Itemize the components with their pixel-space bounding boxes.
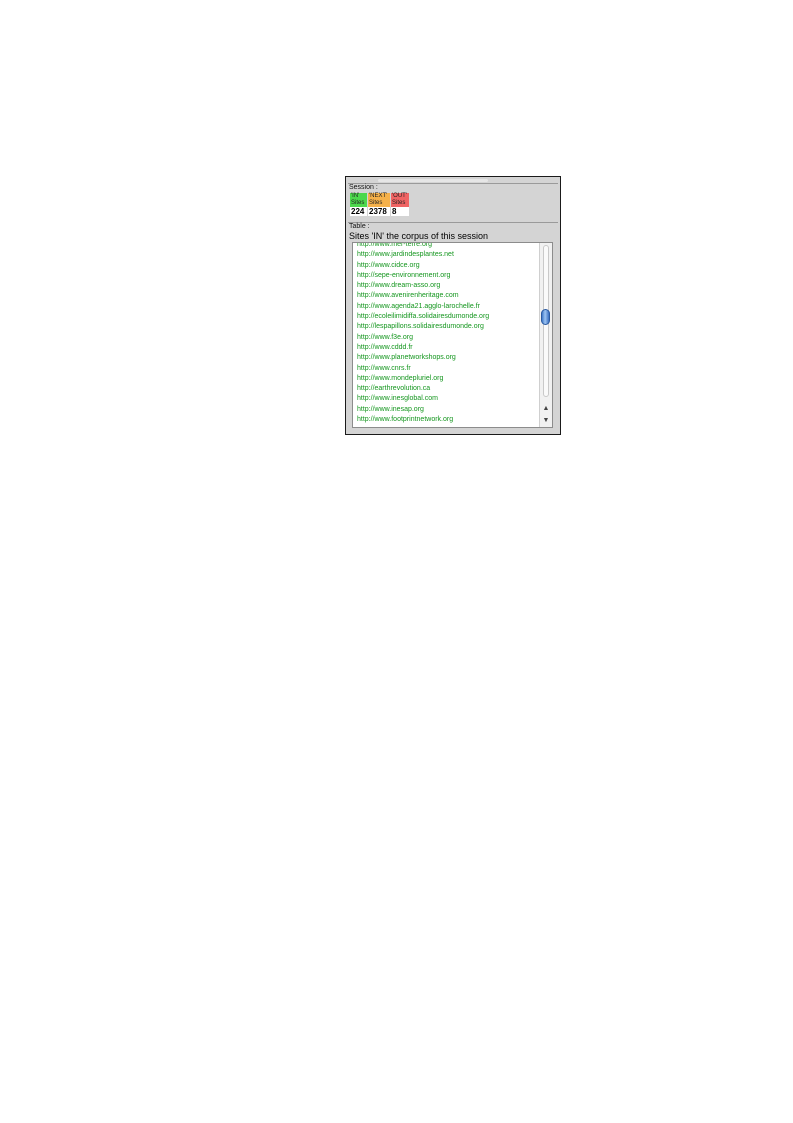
site-link[interactable]: http://ecoleilimidiffa.solidairesdumonde…	[357, 312, 541, 322]
corpus-panel: Session : 'IN' Sites 224 'NEXT' Sites 23…	[345, 176, 561, 435]
sites-list: http://www.mer-terre.org http://www.jardi…	[357, 243, 541, 425]
next-sites-stat[interactable]: 'NEXT' Sites 2378	[368, 193, 390, 216]
session-label: Session :	[349, 184, 378, 191]
out-sites-count: 8	[391, 207, 409, 216]
site-link[interactable]: http://www.mer-terre.org	[357, 243, 541, 250]
in-sites-count: 224	[350, 207, 367, 216]
site-link[interactable]: http://www.avenirenheritage.com	[357, 291, 541, 301]
site-link[interactable]: http://www.cddd.fr	[357, 343, 541, 353]
site-link[interactable]: http://www.footprintnetwork.org	[357, 415, 541, 425]
out-sites-label-1: 'OUT'	[391, 193, 409, 200]
next-sites-label-2: Sites	[368, 200, 390, 207]
out-sites-stat[interactable]: 'OUT' Sites 8	[391, 193, 409, 216]
site-link[interactable]: http://www.cnrs.fr	[357, 364, 541, 374]
site-link[interactable]: http://www.dream-asso.org	[357, 281, 541, 291]
sites-list-box[interactable]: http://www.mer-terre.org http://www.jardi…	[352, 242, 553, 428]
mid-divider	[348, 222, 558, 223]
out-sites-label-2: Sites	[391, 200, 409, 207]
scroll-down-icon[interactable]: ▼	[540, 417, 552, 425]
site-link[interactable]: http://www.agenda21.agglo-larochelle.fr	[357, 302, 541, 312]
table-title: Sites 'IN' the corpus of this session	[349, 231, 488, 241]
site-link[interactable]: http://www.cidce.org	[357, 261, 541, 271]
top-divider	[348, 183, 558, 184]
next-sites-label-1: 'NEXT'	[368, 193, 390, 200]
site-link[interactable]: http://lespapillons.solidairesdumonde.or…	[357, 322, 541, 332]
list-scrollbar[interactable]: ▲ ▼	[539, 243, 552, 427]
in-sites-label-2: Sites	[350, 200, 367, 207]
site-link[interactable]: http://earthrevolution.ca	[357, 384, 541, 394]
next-sites-count: 2378	[368, 207, 390, 216]
in-sites-label-1: 'IN'	[350, 193, 367, 200]
site-link[interactable]: http://www.mondepluriel.org	[357, 374, 541, 384]
site-link[interactable]: http://www.f3e.org	[357, 333, 541, 343]
scroll-up-icon[interactable]: ▲	[540, 405, 552, 413]
table-label: Table :	[349, 223, 370, 230]
site-link[interactable]: http://www.inesglobal.com	[357, 394, 541, 404]
session-stats: 'IN' Sites 224 'NEXT' Sites 2378 'OUT' S…	[350, 193, 409, 216]
panel-grip[interactable]	[378, 179, 488, 182]
in-sites-stat[interactable]: 'IN' Sites 224	[350, 193, 367, 216]
scroll-thumb[interactable]	[541, 309, 550, 325]
site-link[interactable]: http://www.planetworkshops.org	[357, 353, 541, 363]
site-link[interactable]: http://sepe-environnement.org	[357, 271, 541, 281]
site-link[interactable]: http://www.inesap.org	[357, 405, 541, 415]
site-link[interactable]: http://www.jardindesplantes.net	[357, 250, 541, 260]
